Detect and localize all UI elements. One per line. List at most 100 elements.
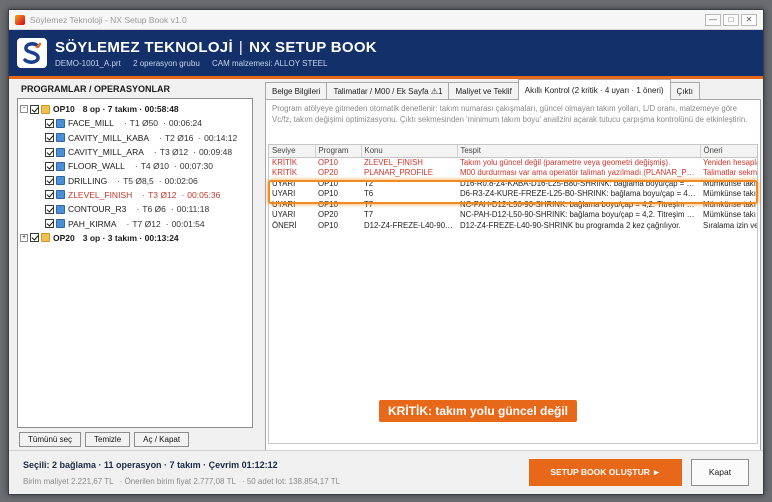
check-description: Program atölyeye gitmeden otomatik denet…	[272, 104, 748, 124]
findings-grid[interactable]: Seviye Program Konu Tespit Öneri KRİTİK OP10 Z…	[268, 144, 758, 444]
cell-finding: Takım yolu güncel değil (parametre veya …	[460, 158, 671, 167]
operation-icon	[56, 161, 65, 171]
operation-name: FACE_MILL	[68, 118, 114, 129]
operation-time: 00:14:12	[204, 132, 238, 143]
operation-icon	[56, 219, 65, 229]
tree-operation[interactable]: PAH_KIRMA · T7 Ø12 · 00:01:54	[20, 216, 250, 230]
separator: ·	[153, 147, 157, 158]
operation-name: ZLEVEL_FINISH	[68, 189, 133, 200]
checkbox[interactable]	[45, 176, 54, 186]
smart-check-tab-body: Program atölyeye gitmeden otomatik denet…	[265, 100, 761, 456]
recommended-price: Önerilen birim fiyat 2.777,08 TL	[124, 477, 236, 486]
cell-suggestion: Talimatlar sekmesi	[703, 168, 758, 178]
create-setup-book-button[interactable]: SETUP BOOK OLUŞTUR ►	[529, 459, 682, 486]
app-icon	[15, 14, 25, 25]
window-title: Söylemez Teknoloji - NX Setup Book v1.0	[30, 14, 187, 25]
tab-0[interactable]: Belge Bilgileri	[265, 82, 328, 99]
cam-material: CAM malzemesi: ALLOY STEEL	[212, 58, 328, 68]
cell-finding: M00 durdurması var ama operatör talimatı…	[460, 168, 700, 178]
program-group-icon	[41, 233, 50, 243]
separator: ·	[181, 189, 185, 200]
cell-finding: D16-R0.8-Z4-KABA-D16-L25-B80-SHRINK: bağ…	[460, 178, 700, 188]
finding-row[interactable]: KRİTİK OP20 PLANAR_PROFILE M00 durdurması v…	[269, 168, 758, 179]
cell-topic: T2	[364, 178, 374, 188]
finding-row[interactable]: UYARI OP10 T7 NC-PAH-D12-L50-90-SHRINK: bağ…	[269, 199, 757, 210]
close-button[interactable]: ✕	[741, 13, 757, 26]
separator: ·	[117, 175, 121, 186]
clear-button[interactable]: Temizle	[85, 432, 131, 447]
cell-topic: T7	[364, 199, 374, 209]
operation-tool: T1 Ø50	[129, 118, 159, 129]
operation-tool: T7 Ø12	[132, 218, 161, 229]
maximize-button[interactable]: □	[723, 13, 739, 26]
tree-operation[interactable]: FACE_MILL · T1 Ø50 · 00:06:24	[20, 116, 250, 130]
tab-4[interactable]: Çıktı	[669, 82, 700, 99]
operation-icon	[56, 147, 65, 157]
column-header-2[interactable]: Konu	[361, 145, 458, 158]
checkbox[interactable]	[30, 104, 39, 114]
cell-finding: D6-R3-Z4-KURE-FREZE-L25-B0-SHRINK: bağla…	[460, 189, 700, 199]
cell-topic: ZLEVEL_FINISH	[364, 158, 423, 167]
separator: ·	[136, 204, 140, 215]
cell-program: OP10	[318, 158, 338, 167]
expand-collapse-button[interactable]: Aç / Kapat	[134, 432, 190, 447]
operation-name: DRILLING	[68, 175, 108, 186]
minimize-button[interactable]: —	[705, 13, 721, 26]
tree-operation[interactable]: FLOOR_WALL · T4 Ø10 · 00:07:30	[20, 159, 250, 173]
separator: ·	[158, 175, 162, 186]
expander-icon[interactable]: -	[20, 105, 28, 114]
tree-operation[interactable]: CAVITY_MILL_KABA · T2 Ø16 · 00:14:12	[20, 131, 250, 145]
operation-name: PAH_KIRMA	[68, 218, 117, 229]
operation-name: CAVITY_MILL_ARA	[68, 147, 144, 158]
cell-program: OP10	[318, 199, 338, 209]
operation-time: 00:02:06	[164, 175, 198, 186]
checkbox[interactable]	[30, 233, 39, 243]
separator: ·	[134, 161, 138, 172]
operations-tree[interactable]: - OP10 8 op · 7 takım · 00:58:48 FACE_MILL ·…	[17, 98, 253, 428]
cell-suggestion: Mümkünse takı	[703, 199, 756, 209]
tree-group-0[interactable]: - OP10 8 op · 7 takım · 00:58:48	[20, 102, 250, 116]
close-dialog-button[interactable]: Kapat	[691, 459, 749, 486]
column-header-0[interactable]: Seviye	[269, 145, 316, 158]
checkbox[interactable]	[45, 219, 54, 229]
group-count: 2 operasyon grubu	[133, 58, 200, 68]
tab-3[interactable]: Akıllı Kontrol (2 kritik · 4 uyarı · 1 ö…	[517, 79, 671, 100]
expander-icon[interactable]: +	[20, 233, 28, 242]
checkbox[interactable]	[45, 118, 54, 128]
tree-group-1[interactable]: + OP20 3 op · 3 takım · 00:13:24	[20, 231, 250, 245]
tree-buttons: Tümünü seç Temizle Aç / Kapat	[19, 432, 259, 447]
cell-topic: T6	[364, 189, 374, 199]
tree-operation[interactable]: DRILLING · T5 Ø8,5 · 00:02:06	[20, 173, 250, 187]
operation-name: FLOOR_WALL	[68, 161, 125, 172]
checkbox[interactable]	[45, 190, 54, 200]
finding-row[interactable]: UYARI OP10 T6 D6-R3-Z4-KURE-FREZE-L25-B0-SH…	[269, 189, 757, 200]
details-panel: Belge Bilgileri Talimatlar / M00 / Ek Say…	[265, 78, 761, 456]
operation-icon	[56, 118, 65, 128]
separator: ·	[163, 118, 166, 129]
checkbox[interactable]	[45, 133, 54, 143]
column-header-3[interactable]: Tespit	[457, 145, 701, 158]
app-header: SÖYLEMEZ TEKNOLOJİ | NX SETUP BOOK DEMO-10…	[9, 30, 763, 76]
select-all-button[interactable]: Tümünü seç	[19, 432, 82, 447]
checkbox[interactable]	[45, 161, 54, 171]
operation-time: 00:11:18	[176, 204, 210, 215]
checkbox[interactable]	[45, 204, 54, 214]
cell-program: OP10	[318, 178, 338, 188]
finding-row[interactable]: UYARI OP20 T7 NC-PAH-D12-L50-90-SHRINK: bağ…	[269, 210, 757, 221]
separator: ·	[193, 147, 196, 158]
tree-operation[interactable]: CAVITY_MILL_ARA · T3 Ø12 · 00:09:48	[20, 145, 250, 159]
finding-row[interactable]: UYARI OP10 T2 D16-R0.8-Z4-KABA-D16-L25-B80-…	[269, 178, 757, 189]
column-header-4[interactable]: Öneri	[700, 145, 757, 158]
finding-row[interactable]: KRİTİK OP10 ZLEVEL_FINISH Takım yolu güncel…	[269, 157, 757, 168]
tab-2[interactable]: Maliyet ve Teklif	[448, 82, 519, 99]
operation-time: 00:09:48	[198, 147, 233, 158]
checkbox[interactable]	[45, 147, 54, 157]
tree-operation[interactable]: ZLEVEL_FINISH · T3 Ø12 · 00:05:36	[20, 188, 250, 202]
tree-operation[interactable]: CONTOUR_R3 · T6 Ø6 · 00:11:18	[20, 202, 250, 216]
finding-row[interactable]: ÖNERİ OP10 D12-Z4-FREZE-L40-90-S... D12-Z4-…	[269, 220, 757, 231]
tab-1[interactable]: Talimatlar / M00 / Ek Sayfa ⚠1	[326, 82, 450, 99]
cell-level: KRİTİK	[272, 158, 298, 167]
column-header-1[interactable]: Program	[315, 145, 362, 158]
operations-panel-title: PROGRAMLAR / OPERASYONLAR	[21, 84, 171, 94]
lot-total: 50 adet lot: 138.854,17 TL	[246, 477, 341, 486]
